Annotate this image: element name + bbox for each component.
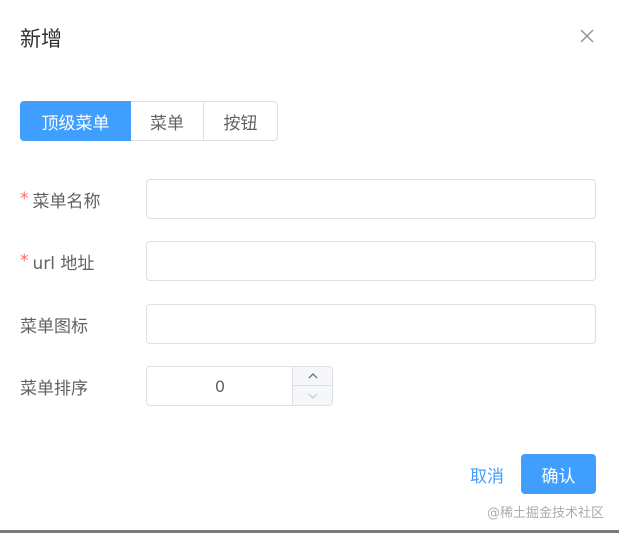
chevron-down-icon [308, 393, 317, 399]
menu-icon-input[interactable] [146, 304, 596, 344]
menu-name-label: * 菜单名称 [20, 187, 146, 212]
menu-order-label-text: 菜单排序 [20, 378, 88, 399]
radio-menu[interactable]: 菜单 [130, 101, 204, 141]
dialog-footer: 取消 确认 [0, 454, 619, 494]
radio-top-level-menu[interactable]: 顶级菜单 [20, 101, 131, 141]
menu-name-label-text: 菜单名称 [32, 191, 101, 212]
menu-order-stepper: 0 [146, 366, 333, 406]
add-dialog: 新增 顶级菜单 菜单 按钮 * 菜单名称 * url 地址 菜单图标 菜单排序 [0, 0, 619, 530]
confirm-button[interactable]: 确认 [521, 454, 596, 494]
cancel-button[interactable]: 取消 [462, 454, 512, 494]
menu-name-input[interactable] [146, 179, 596, 219]
radio-button[interactable]: 按钮 [203, 101, 278, 141]
close-icon[interactable] [576, 25, 598, 47]
dialog-title: 新增 [20, 27, 62, 51]
form-item-menu-order: 菜单排序 0 [20, 366, 333, 406]
url-label-text: url 地址 [32, 253, 95, 274]
required-mark: * [20, 189, 29, 209]
chevron-up-icon [308, 373, 317, 379]
watermark: @稀土掘金技术社区 [487, 506, 605, 521]
menu-icon-label-text: 菜单图标 [20, 316, 88, 337]
menu-type-radio-group: 顶级菜单 菜单 按钮 [20, 101, 278, 141]
url-label: * url 地址 [20, 249, 146, 274]
required-mark: * [20, 251, 29, 271]
increase-button[interactable] [293, 367, 332, 386]
menu-icon-label: 菜单图标 [20, 312, 146, 337]
menu-order-label: 菜单排序 [20, 374, 146, 399]
stepper-controls [292, 367, 332, 405]
menu-order-input[interactable]: 0 [147, 367, 293, 405]
form-item-url: * url 地址 [20, 241, 596, 281]
decrease-button[interactable] [293, 386, 332, 405]
form-item-menu-name: * 菜单名称 [20, 179, 596, 219]
form-item-menu-icon: 菜单图标 [20, 304, 596, 344]
url-input[interactable] [146, 241, 596, 281]
